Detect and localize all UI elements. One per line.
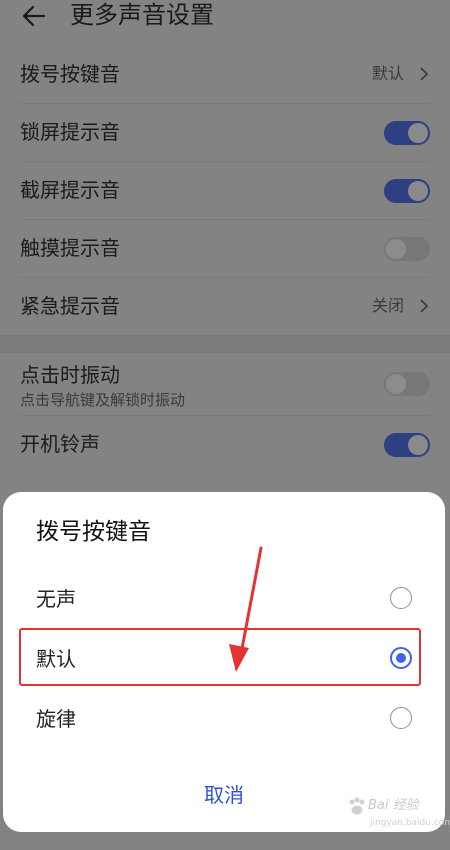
toggle-switch[interactable] — [384, 121, 430, 145]
setting-lock-sound: 锁屏提示音 — [20, 104, 430, 162]
setting-label: 触摸提示音 — [20, 236, 120, 260]
toggle-knob — [386, 374, 406, 394]
toggle-switch[interactable] — [384, 237, 430, 261]
toggle-switch[interactable] — [384, 372, 430, 396]
toggle-knob — [386, 239, 406, 259]
option-silent[interactable]: 无声 — [3, 570, 445, 628]
option-melody[interactable]: 旋律 — [3, 690, 445, 748]
option-label: 无声 — [36, 587, 76, 611]
setting-vibrate-on-touch: 点击时振动 点击导航键及解锁时振动 — [20, 353, 430, 416]
dialog-title: 拨号按键音 — [36, 519, 151, 545]
highlight-box — [19, 628, 421, 686]
setting-emergency-tone[interactable]: 紧急提示音 关闭 — [20, 278, 430, 335]
setting-screenshot-sound: 截屏提示音 — [20, 162, 430, 220]
section-divider — [0, 335, 450, 353]
back-arrow-icon[interactable] — [20, 2, 48, 30]
toggle-switch[interactable] — [384, 179, 430, 203]
watermark-text: Bai 经验 — [368, 798, 419, 813]
setting-boot-sound: 开机铃声 — [20, 416, 430, 473]
toggle-knob — [408, 181, 428, 201]
watermark-subtext: jingyan.baidu.com — [370, 818, 450, 828]
setting-label: 开机铃声 — [20, 432, 100, 456]
setting-label: 锁屏提示音 — [20, 120, 120, 144]
radio-button[interactable] — [390, 587, 412, 609]
page-title: 更多声音设置 — [70, 1, 214, 29]
settings-list: 拨号按键音 默认 锁屏提示音 截屏提示音 触摸提示音 紧急提示音 关闭 点击时振… — [0, 46, 450, 473]
watermark: Bai 经验 jingyan.baidu.com — [346, 794, 450, 842]
paw-icon — [349, 797, 365, 815]
setting-label: 拨号按键音 — [20, 62, 120, 86]
toggle-knob — [408, 435, 428, 455]
setting-dial-tone[interactable]: 拨号按键音 默认 — [20, 46, 430, 104]
setting-label: 紧急提示音 — [20, 294, 120, 318]
option-label: 旋律 — [36, 707, 76, 731]
setting-label: 截屏提示音 — [20, 178, 120, 202]
setting-subtitle: 点击导航键及解锁时振动 — [20, 391, 186, 409]
setting-label: 点击时振动 — [20, 363, 120, 387]
header: 更多声音设置 — [0, 0, 450, 36]
toggle-switch[interactable] — [384, 433, 430, 457]
dial-tone-dialog: 拨号按键音 无声 默认 旋律 取消 — [3, 492, 445, 832]
setting-touch-sound: 触摸提示音 — [20, 220, 430, 278]
setting-value: 默认 — [371, 64, 404, 83]
setting-value: 关闭 — [371, 296, 404, 315]
chevron-right-icon — [420, 67, 429, 81]
radio-button[interactable] — [390, 707, 412, 729]
chevron-right-icon — [420, 299, 429, 313]
toggle-knob — [408, 123, 428, 143]
